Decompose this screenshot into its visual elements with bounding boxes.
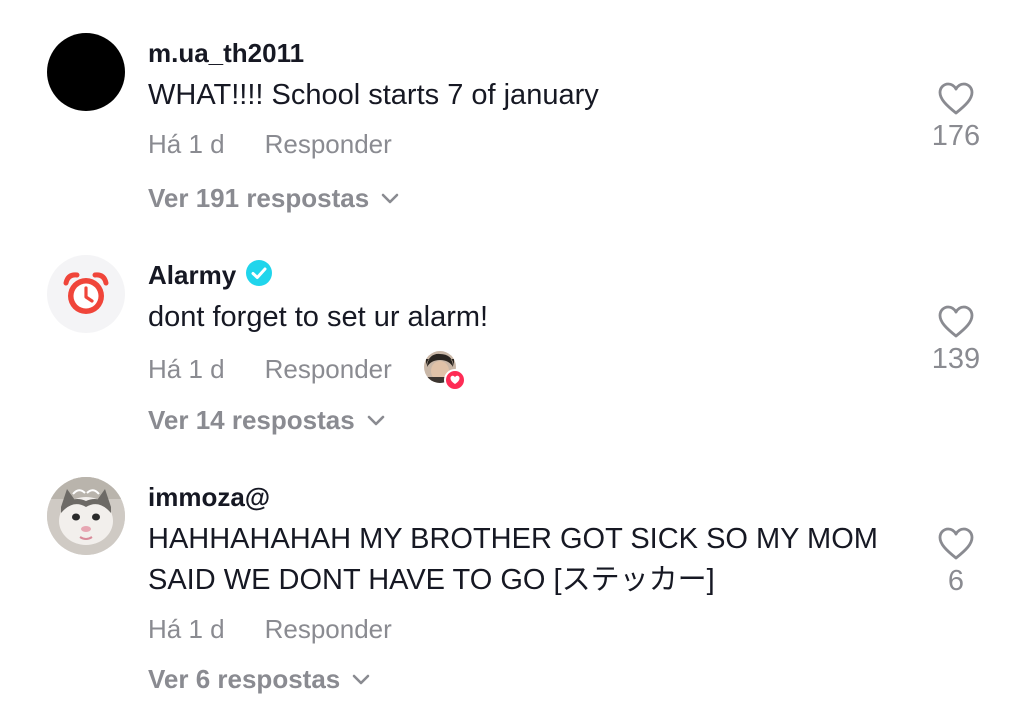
reply-button[interactable]: Responder xyxy=(265,129,392,160)
avatar[interactable] xyxy=(47,33,125,111)
view-replies-label: Ver 14 respostas xyxy=(148,405,355,435)
chevron-down-icon xyxy=(367,415,385,425)
heart-outline-icon[interactable] xyxy=(938,305,974,339)
comment-time: Há 1 d xyxy=(148,353,225,384)
reply-button[interactable]: Responder xyxy=(265,354,392,385)
comment-text: dont forget to set ur alarm! xyxy=(148,301,489,333)
like-column: 176 xyxy=(915,82,997,153)
view-replies-label: Ver 191 respostas xyxy=(148,183,370,213)
like-count: 6 xyxy=(947,565,965,597)
like-count: 139 xyxy=(931,343,981,375)
like-count: 176 xyxy=(931,120,981,152)
comment-meta: Há 1 d Responder xyxy=(148,614,392,645)
view-replies-button[interactable]: Ver 191 respostas xyxy=(148,183,399,214)
cat-photo-icon xyxy=(47,477,125,555)
view-replies-label: Ver 6 respostas xyxy=(148,664,341,694)
comment-username[interactable]: Alarmy xyxy=(148,259,273,291)
avatar[interactable] xyxy=(47,477,125,555)
username-label: Alarmy xyxy=(148,260,237,290)
comment-text: WHAT!!!! School starts 7 of january xyxy=(148,79,599,111)
heart-badge-icon xyxy=(443,369,466,391)
comment-text: HAHHAHAHAH MY BROTHER GOT SICK SO MY MOM… xyxy=(148,523,878,596)
comment-time: Há 1 d xyxy=(148,129,225,159)
comment-meta: Há 1 d Responder xyxy=(148,351,466,391)
reply-button[interactable]: Responder xyxy=(265,614,392,645)
alarm-clock-logo-icon xyxy=(63,272,109,314)
comment-username[interactable]: m.ua_th2011 xyxy=(148,38,304,69)
comment-time: Há 1 d xyxy=(148,614,225,644)
like-column: 6 xyxy=(915,527,997,598)
view-replies-button[interactable]: Ver 6 respostas xyxy=(148,664,370,695)
like-column: 139 xyxy=(915,305,997,376)
view-replies-button[interactable]: Ver 14 respostas xyxy=(148,405,385,436)
creator-liked-indicator xyxy=(423,351,466,391)
comment-username[interactable]: immoza@ xyxy=(148,482,270,513)
heart-outline-icon[interactable] xyxy=(938,82,974,116)
heart-outline-icon[interactable] xyxy=(938,527,974,561)
verified-badge-icon xyxy=(246,259,273,286)
avatar[interactable] xyxy=(47,255,125,333)
comment-meta: Há 1 d Responder xyxy=(148,129,392,160)
chevron-down-icon xyxy=(352,674,370,684)
chevron-down-icon xyxy=(381,193,399,203)
